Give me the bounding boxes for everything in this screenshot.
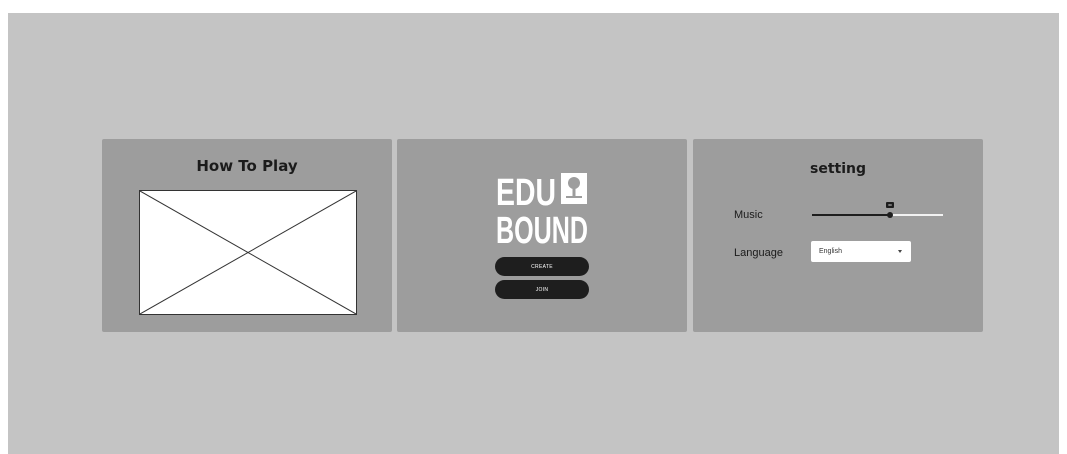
slider-thumb[interactable] [887,212,893,218]
placeholder-cross-icon [140,191,356,314]
setting-title: setting [810,161,866,177]
setting-panel: setting Music 60 Language English [693,139,983,332]
language-label: Language [734,247,783,259]
join-button[interactable]: JOIN [495,280,589,299]
slider-value-bubble: 60 [886,202,894,208]
language-selected-value: English [819,248,842,255]
logo-text-top: EDU [496,172,556,214]
edubound-logo: EDU BOUND [496,172,588,244]
app-canvas: How To Play EDU BOUND CREATE JOIN settin… [8,13,1059,454]
music-volume-slider[interactable]: 60 [812,202,943,221]
create-button[interactable]: CREATE [495,257,589,276]
logo-text-bottom: BOUND [496,210,588,244]
how-to-play-panel: How To Play [102,139,392,332]
language-select[interactable]: English [811,241,911,262]
how-to-play-title: How To Play [196,157,298,175]
tutorial-image-placeholder [139,190,357,315]
music-label: Music [734,209,763,221]
slider-track-filled [812,214,890,216]
slider-track-empty [890,214,943,216]
main-menu-panel: EDU BOUND CREATE JOIN [397,139,687,332]
chevron-down-icon [898,250,902,253]
